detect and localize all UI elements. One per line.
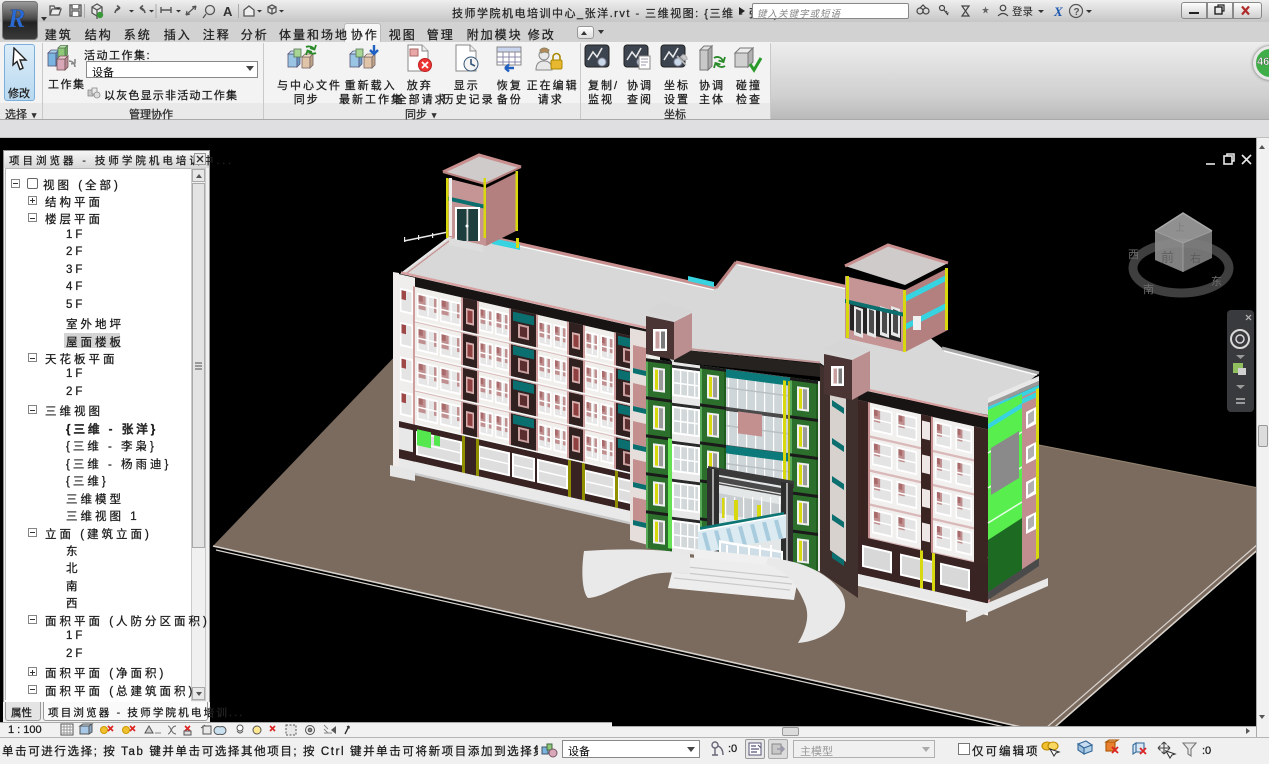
svg-text:?: ? (1074, 7, 1080, 18)
svg-text:右: 右 (1190, 251, 1201, 265)
svg-text:登录: 登录 (1012, 5, 1033, 18)
svg-text:西: 西 (1128, 249, 1139, 261)
svg-text:上: 上 (1175, 222, 1185, 234)
svg-text:A: A (223, 4, 233, 19)
svg-text:X: X (1053, 4, 1063, 19)
svg-text:南: 南 (1143, 283, 1154, 296)
svg-text:前: 前 (1161, 250, 1174, 265)
svg-text:东: 东 (1211, 275, 1222, 288)
